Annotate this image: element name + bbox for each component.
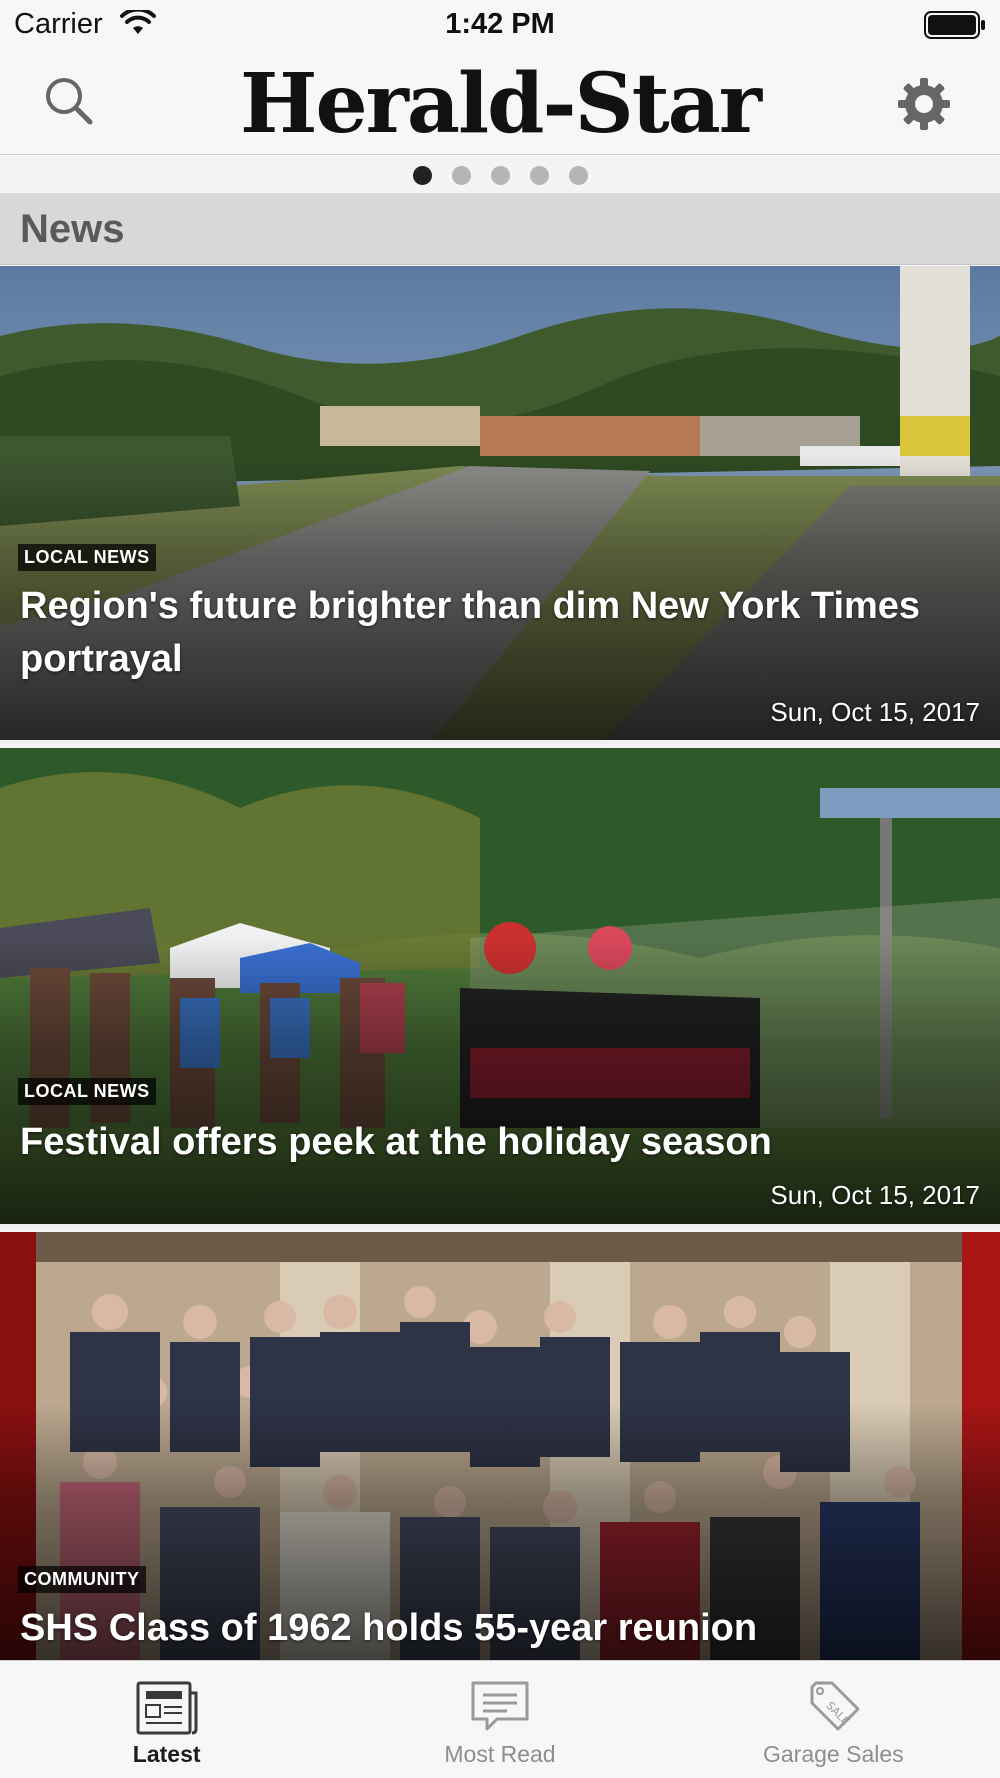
svg-text:SALE: SALE [824, 1699, 853, 1728]
message-icon [471, 1681, 529, 1731]
page-indicator[interactable] [0, 160, 1000, 190]
status-bar: Carrier 1:42 PM [0, 0, 1000, 50]
tab-most-read[interactable]: Most Read [333, 1661, 666, 1778]
tab-garage-sales[interactable]: SALE Garage Sales [667, 1661, 1000, 1778]
article-date: Sun, Oct 15, 2017 [770, 1180, 980, 1210]
masthead-logo: Herald-Star [240, 56, 762, 152]
page-dot-4[interactable] [529, 165, 549, 185]
page-dot-1[interactable] [412, 165, 432, 185]
gear-icon[interactable] [896, 76, 952, 132]
page-dot-3[interactable] [490, 165, 510, 185]
tab-latest[interactable]: Latest [0, 1661, 333, 1778]
section-title: News [20, 207, 125, 251]
battery-icon [924, 11, 985, 39]
app-header: Herald-Star [0, 50, 1000, 155]
newspaper-icon [136, 1681, 198, 1735]
tab-label: Latest [132, 1741, 201, 1767]
article-category: COMMUNITY [18, 1566, 146, 1593]
page-dot-2[interactable] [451, 165, 471, 185]
clock: 1:42 PM [445, 8, 555, 40]
page-dot-5[interactable] [568, 165, 588, 185]
article-category: LOCAL NEWS [18, 1078, 156, 1105]
article-card[interactable]: LOCAL NEWS Festival offers peek at the h… [0, 748, 1000, 1228]
article-title[interactable]: Festival offers peek at the holiday seas… [20, 1116, 940, 1169]
tab-label: Garage Sales [763, 1741, 904, 1767]
section-header: News [0, 193, 1000, 265]
article-category: LOCAL NEWS [18, 544, 156, 571]
article-card[interactable]: LOCAL NEWS Region's future brighter than… [0, 266, 1000, 744]
article-card[interactable]: COMMUNITY SHS Class of 1962 holds 55-yea… [0, 1232, 1000, 1660]
article-title[interactable]: Region's future brighter than dim New Yo… [20, 580, 940, 686]
tab-bar: Latest Most Read SALE Garage Sales [0, 1660, 1000, 1778]
tab-label: Most Read [444, 1741, 556, 1767]
article-overlay [0, 1232, 1000, 1660]
article-title[interactable]: SHS Class of 1962 holds 55-year reunion [20, 1602, 940, 1655]
sale-tag-icon: SALE [810, 1681, 860, 1731]
article-date: Sun, Oct 15, 2017 [770, 697, 980, 727]
